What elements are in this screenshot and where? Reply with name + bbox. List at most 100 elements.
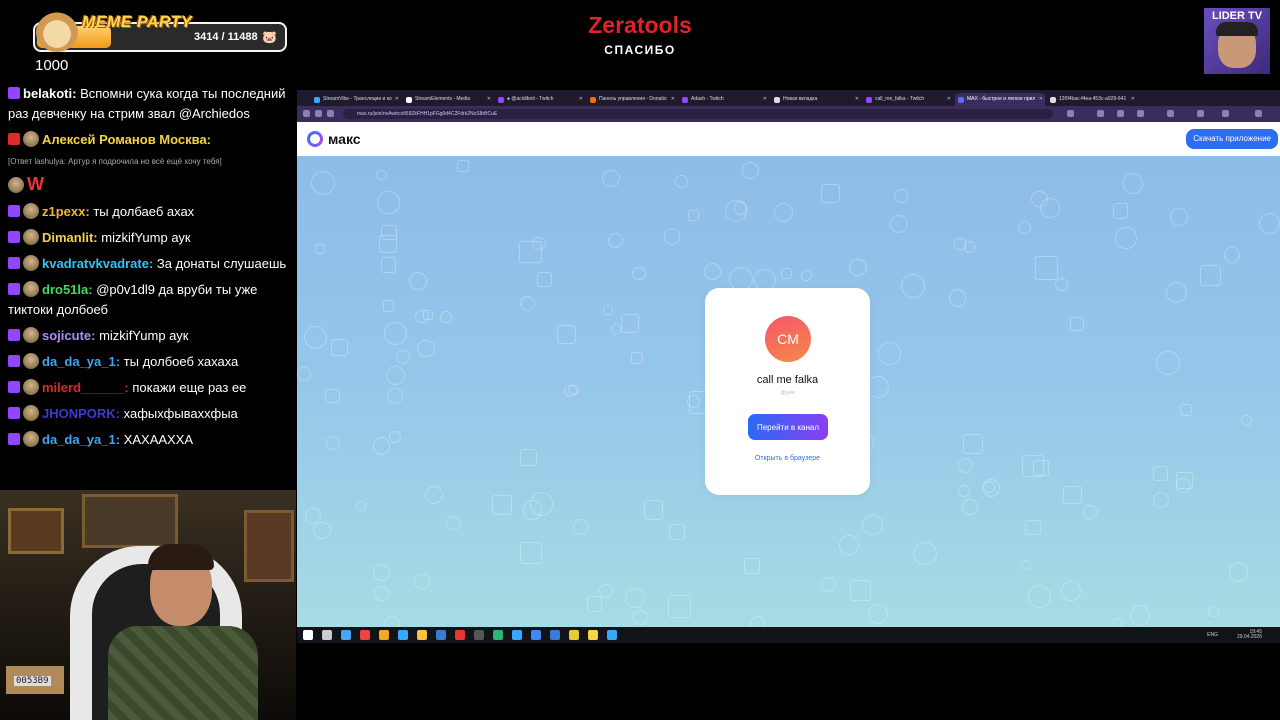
close-tab-icon[interactable]: ✕ (395, 93, 399, 106)
chat-message: dro51la: @p0v1dl9 да вруби ты уже тикток… (0, 280, 296, 320)
lider-tv-logo: LIDER TV (1204, 8, 1270, 74)
doodle-shape (423, 309, 434, 320)
forward-icon[interactable] (315, 110, 322, 117)
doodle-shape (1082, 505, 1097, 520)
language-indicator[interactable]: ENG (1207, 632, 1218, 638)
chat-username[interactable]: Dimanlit: (42, 230, 98, 245)
close-tab-icon[interactable]: ✕ (947, 93, 951, 106)
user-avatar (23, 281, 39, 297)
chat-message: z1pexx: ты долбаеб ахах (0, 202, 296, 222)
open-in-browser-link[interactable]: Открыть в браузере (705, 455, 870, 462)
chat-username[interactable]: sojicute: (42, 328, 95, 343)
search-icon[interactable] (322, 630, 332, 640)
channel-avatar: CM (765, 316, 811, 362)
url-input[interactable]: max.ru/join/nxAwtrcsIt59ZkFHH1pFGg0d4C2F… (343, 109, 1053, 119)
browser-tab[interactable]: Новая вкладка ✕ (771, 93, 861, 106)
chat-username[interactable]: kvadratvkvadrate: (42, 256, 153, 271)
taskbar-app-icon[interactable] (607, 630, 617, 640)
chat-username[interactable]: z1pexx: (42, 204, 90, 219)
browser-tab[interactable]: StreamVibe - Трансляции и ко ✕ (311, 93, 401, 106)
back-icon[interactable] (303, 110, 310, 117)
doodle-shape (743, 558, 760, 575)
taskbar-app-icon[interactable] (398, 630, 408, 640)
star-icon[interactable] (1067, 110, 1074, 117)
close-tab-icon[interactable]: ✕ (487, 93, 491, 106)
extension-icon[interactable] (1197, 110, 1204, 117)
profile-icon[interactable] (1255, 110, 1262, 117)
close-tab-icon[interactable]: ✕ (1131, 93, 1135, 106)
chat-username[interactable]: dro51la: (42, 282, 93, 297)
taskbar-app-icon[interactable] (512, 630, 522, 640)
taskbar-app-icon[interactable] (360, 630, 370, 640)
doodle-shape (703, 263, 721, 281)
max-logo-icon[interactable] (307, 131, 323, 147)
chat-username[interactable]: da_da_ya_1: (42, 354, 120, 369)
taskbar-app-icon[interactable] (493, 630, 503, 640)
download-app-button[interactable]: Скачать приложение (1186, 129, 1278, 149)
doodle-shape (520, 296, 536, 312)
extension-icon[interactable] (1137, 110, 1144, 117)
doodle-shape (325, 436, 340, 451)
doodle-shape (667, 595, 692, 619)
doodle-shape (1153, 466, 1168, 481)
chat-username[interactable]: belakoti: (23, 86, 76, 101)
doodle-shape (643, 500, 664, 520)
doodle-shape (1063, 485, 1083, 505)
max-header: макс Скачать приложение (297, 122, 1280, 156)
clock-date: 29.04.2026 (1236, 634, 1262, 640)
chat-text: W (27, 174, 44, 194)
chat-username[interactable]: JHONPORK: (42, 406, 120, 421)
captured-desktop: StreamVibe - Трансляции и ко ✕ StreamEleme… (297, 90, 1280, 643)
extension-icon[interactable] (1117, 110, 1124, 117)
taskbar-app-icon[interactable] (379, 630, 389, 640)
taskbar-app-icon[interactable] (569, 630, 579, 640)
doodle-shape (439, 311, 452, 324)
system-tray-clock[interactable]: 19:45 29.04.2026 (1237, 630, 1262, 640)
wall-painting (244, 510, 294, 582)
chat-text: ты долбоеб хахаха (123, 354, 239, 369)
close-tab-icon[interactable]: ✕ (1039, 93, 1043, 106)
streamer-hair (148, 544, 214, 570)
taskbar-app-icon[interactable] (455, 630, 465, 640)
doodle-shape (1175, 477, 1192, 494)
extension-icon[interactable] (1167, 110, 1174, 117)
reload-icon[interactable] (327, 110, 334, 117)
sidebar-icon[interactable] (1222, 110, 1229, 117)
wall-painting (8, 508, 64, 554)
doodle-shape (331, 338, 349, 357)
doodle-shape (981, 478, 1000, 497)
windows-start-icon[interactable] (303, 630, 313, 640)
browser-tab[interactable]: MAX - быстрое и легкое прил ✕ (955, 93, 1045, 106)
doodle-shape (382, 300, 395, 312)
doodle-shape (1025, 519, 1041, 536)
chat-username[interactable]: Алексей Романов Москва: (42, 132, 211, 147)
chat-username[interactable]: da_da_ya_1: (42, 432, 120, 447)
taskbar-app-icon[interactable] (531, 630, 541, 640)
doodle-shape (492, 494, 513, 515)
browser-tab[interactable]: 120f4bac-f4ea-453c-a929-641 ✕ (1047, 93, 1137, 106)
browser-tab[interactable]: ● @acidiboti - Twitch ✕ (495, 93, 585, 106)
taskbar-app-icon[interactable] (474, 630, 484, 640)
taskbar-app-icon[interactable] (417, 630, 427, 640)
taskbar-app-icon[interactable] (341, 630, 351, 640)
browser-tab[interactable]: Adash - Twitch ✕ (679, 93, 769, 106)
go-to-channel-button[interactable]: Перейти в канал (748, 414, 828, 440)
doodle-shape (314, 244, 325, 255)
windows-taskbar: 19:45 29.04.2026 ENG (297, 627, 1280, 643)
doodle-shape (377, 191, 400, 214)
close-tab-icon[interactable]: ✕ (579, 93, 583, 106)
close-tab-icon[interactable]: ✕ (671, 93, 675, 106)
taskbar-app-icon[interactable] (588, 630, 598, 640)
browser-tab[interactable]: StreamElements - Media ✕ (403, 93, 493, 106)
browser-tab[interactable]: call_me_falka - Twitch ✕ (863, 93, 953, 106)
browser-tab[interactable]: Панель управления - Donatio ✕ (587, 93, 677, 106)
tab-label: 120f4bac-f4ea-453c-a929-641 (1059, 96, 1127, 102)
extension-icon[interactable] (1097, 110, 1104, 117)
chat-text: За донаты слушаешь (156, 256, 287, 271)
taskbar-app-icon[interactable] (550, 630, 560, 640)
close-tab-icon[interactable]: ✕ (855, 93, 859, 106)
taskbar-app-icon[interactable] (436, 630, 446, 640)
doodle-shape (376, 169, 387, 181)
chat-username[interactable]: milerd______: (42, 380, 129, 395)
close-tab-icon[interactable]: ✕ (763, 93, 767, 106)
